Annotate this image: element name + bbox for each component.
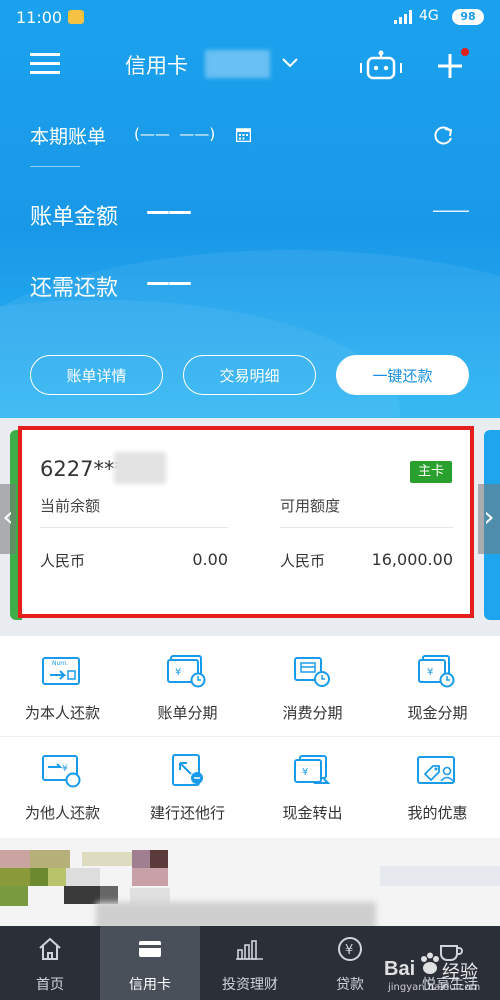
remaining-value: —— (146, 268, 192, 296)
svg-text:¥: ¥ (302, 767, 308, 778)
promo-banner[interactable] (0, 838, 500, 926)
credit-card-icon (139, 941, 161, 957)
interbank-repay-item[interactable]: 建行还他行 (125, 736, 250, 836)
consumption-installment-icon (294, 657, 330, 687)
my-offers-icon (417, 756, 455, 784)
menu-icon[interactable] (30, 53, 60, 75)
robot-assistant-icon[interactable] (358, 50, 404, 82)
calendar-icon[interactable] (236, 127, 251, 142)
cash-installment-label: 现金分期 (407, 704, 468, 722)
cash-transfer-label: 现金转出 (282, 804, 343, 822)
header-title[interactable]: 信用卡 (125, 50, 188, 80)
balance-currency: 人民币 (40, 552, 86, 570)
refresh-icon[interactable] (432, 125, 454, 147)
bill-amount-right: —— (432, 198, 470, 222)
notification-dot (461, 48, 469, 56)
weibo-notification-icon (68, 10, 84, 24)
cash-transfer-item[interactable]: ¥ 现金转出 (250, 736, 375, 836)
self-repay-label: 为本人还款 (24, 704, 100, 722)
balance-value: 0.00 (192, 550, 228, 569)
interbank-repay-icon (172, 754, 203, 786)
limit-currency: 人民币 (280, 552, 326, 570)
bill-details-button[interactable]: 账单详情 (30, 355, 163, 395)
self-repay-icon: Num. (42, 657, 80, 685)
tab-credit-card[interactable]: 信用卡 (100, 926, 200, 1000)
one-click-repay-button[interactable]: 一键还款 (336, 355, 469, 395)
svg-text:¥: ¥ (175, 667, 181, 678)
bill-installment-item[interactable]: ¥ 账单分期 (125, 636, 250, 736)
card-number: 6227*** (40, 457, 125, 481)
consumption-installment-item[interactable]: 消费分期 (250, 636, 375, 736)
bill-installment-label: 账单分期 (157, 704, 218, 722)
baidu-paw-icon (421, 952, 439, 974)
others-repay-icon: ¥ (42, 755, 81, 788)
cash-installment-icon: ¥ (418, 655, 455, 688)
period-value: (—— ——) (134, 125, 216, 143)
tab-home-label: 首页 (36, 977, 64, 993)
cash-transfer-icon: ¥ (294, 755, 331, 784)
primary-card-badge: 主卡 (410, 461, 452, 483)
divider (40, 527, 228, 528)
remaining-label: 还需还款 (30, 276, 119, 301)
svg-text:¥: ¥ (345, 943, 353, 958)
divider (280, 527, 454, 528)
bill-installment-icon: ¥ (167, 655, 206, 688)
others-repay-label: 为他人还款 (24, 804, 100, 822)
tab-investment[interactable]: 投资理财 (200, 926, 300, 1000)
add-icon[interactable] (438, 54, 462, 78)
masked-card-suffix (205, 50, 270, 78)
svg-text:Num.: Num. (52, 660, 68, 667)
network-type: 4G (419, 8, 439, 24)
limit-value: 16,000.00 (371, 550, 453, 569)
others-repay-item[interactable]: ¥ 为他人还款 (0, 736, 125, 836)
cash-installment-item[interactable]: ¥ 现金分期 (375, 636, 500, 736)
home-icon (39, 937, 61, 960)
bill-amount-label: 账单金额 (30, 205, 119, 230)
signal-icon (394, 10, 412, 24)
available-limit-label: 可用额度 (280, 497, 341, 515)
baidu-watermark-logo: Bai (384, 958, 416, 980)
tab-investment-label: 投资理财 (222, 977, 278, 993)
consumption-installment-label: 消费分期 (282, 704, 343, 722)
battery-indicator: 98 (452, 9, 484, 25)
balance-label: 当前余额 (40, 497, 101, 515)
credit-card-summary[interactable] (18, 426, 474, 618)
loan-icon: ¥ (338, 937, 362, 961)
status-time: 11:00 (16, 8, 63, 27)
svg-text:¥: ¥ (62, 764, 68, 774)
tab-credit-card-label: 信用卡 (129, 977, 171, 993)
self-repay-item[interactable]: Num. 为本人还款 (0, 636, 125, 736)
chevron-down-icon[interactable] (282, 58, 298, 68)
carousel-prev-arrow[interactable]: ‹ (0, 484, 16, 554)
transaction-details-button[interactable]: 交易明细 (183, 355, 316, 395)
carousel-next-arrow[interactable]: › (478, 484, 500, 554)
my-offers-label: 我的优惠 (407, 804, 468, 822)
baidu-watermark-text: 经验 (442, 962, 478, 983)
interbank-repay-label: 建行还他行 (149, 804, 225, 822)
tab-home[interactable]: 首页 (0, 926, 100, 1000)
baidu-watermark-url: jingyan.baidu.com (388, 982, 481, 993)
my-offers-item[interactable]: 我的优惠 (375, 736, 500, 836)
bill-amount-value: —— (146, 197, 192, 225)
period-label: 本期账单 (30, 126, 107, 148)
period-underline (30, 166, 80, 167)
investment-icon (236, 940, 263, 960)
svg-text:¥: ¥ (427, 667, 433, 678)
masked-card-digits (114, 452, 166, 484)
